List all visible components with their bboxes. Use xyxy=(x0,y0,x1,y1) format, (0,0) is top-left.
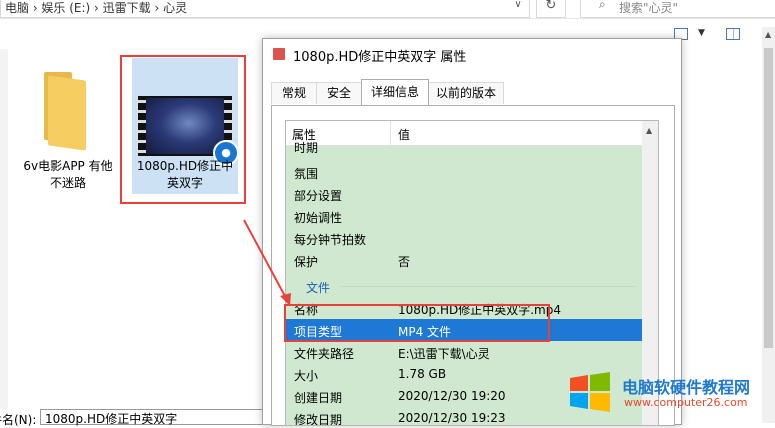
group-label-file: 文件 xyxy=(306,281,331,295)
tab-security[interactable]: 安全 xyxy=(316,82,362,104)
tab-previous-versions[interactable]: 以前的版本 xyxy=(428,82,504,104)
address-bar[interactable]: 电脑 › 娱乐 (E:) › 迅雷下载 › 心灵 xyxy=(0,0,530,18)
video-highlight-box xyxy=(120,55,246,204)
tab-general[interactable]: 常规 xyxy=(271,82,317,104)
tab-details[interactable]: 详细信息 xyxy=(361,79,429,105)
detail-group-header: 文件 xyxy=(286,275,642,297)
folder-front-shape xyxy=(48,75,86,151)
detail-key: 修改日期 xyxy=(294,413,343,426)
group-divider xyxy=(340,286,636,287)
filename-label: 文件名(N): xyxy=(0,413,37,427)
watermark: 电脑软硬件教程网 www.computer26.com xyxy=(568,372,775,416)
detail-value: 1.78 GB xyxy=(398,367,447,381)
detail-key: 大小 xyxy=(294,369,319,383)
detail-value: 否 xyxy=(398,255,411,269)
detail-key: 文件夹路径 xyxy=(294,347,355,361)
windows-logo-icon xyxy=(570,372,610,412)
preview-pane-icon[interactable] xyxy=(726,28,740,40)
address-dropdown-icon[interactable]: ∨ xyxy=(508,0,528,16)
details-scroll-up-icon[interactable]: ▲ xyxy=(646,126,652,135)
right-pane xyxy=(680,49,775,409)
navigation-pane-edge xyxy=(0,49,8,409)
item-type-highlight-box xyxy=(284,304,550,342)
search-icon: ⌕ xyxy=(599,0,606,11)
search-placeholder: 搜索"心灵" xyxy=(619,1,679,15)
filename-value: 1080p.HD修正中英双字 xyxy=(45,412,178,426)
detail-row[interactable]: 氛围 xyxy=(286,161,642,183)
detail-key: 氛围 xyxy=(294,167,319,181)
refresh-icon[interactable]: ↻ xyxy=(536,0,566,18)
search-input[interactable]: ⌕ 搜索"心灵" xyxy=(580,0,775,18)
mp4-file-icon xyxy=(273,48,285,60)
main-scrollbar-thumb[interactable] xyxy=(764,48,773,348)
detail-row[interactable]: 每分钟节拍数 xyxy=(286,227,642,249)
detail-key: 保护 xyxy=(294,255,319,269)
detail-key: 时期 xyxy=(294,141,319,155)
detail-key: 每分钟节拍数 xyxy=(294,233,367,247)
detail-value: 2020/12/30 19:20 xyxy=(398,389,506,403)
detail-key: 创建日期 xyxy=(294,391,343,405)
folder-icon[interactable] xyxy=(38,72,96,151)
view-dropdown-icon[interactable]: ▼ xyxy=(698,28,705,38)
scroll-up-icon[interactable]: ▲ xyxy=(765,30,771,39)
detail-row[interactable]: 文件夹路径 E:\迅雷下载\心灵 xyxy=(286,341,642,363)
detail-key: 初始调性 xyxy=(294,211,343,225)
detail-row[interactable]: 部分设置 xyxy=(286,183,642,205)
column-header-value[interactable]: 值 xyxy=(398,126,410,143)
dialog-titlebar[interactable]: 1080p.HD修正中英双字 属性 xyxy=(263,39,681,69)
watermark-url: www.computer26.com xyxy=(624,396,748,409)
address-text: 电脑 › 娱乐 (E:) › 迅雷下载 › 心灵 xyxy=(5,1,188,15)
dialog-title: 1080p.HD修正中英双字 属性 xyxy=(293,50,467,65)
properties-dialog: 1080p.HD修正中英双字 属性 常规 安全 详细信息 以前的版本 属性 值 … xyxy=(262,38,682,426)
watermark-title: 电脑软硬件教程网 xyxy=(622,378,751,397)
column-divider[interactable] xyxy=(390,121,391,145)
folder-label[interactable]: 6v电影APP 有他不迷路 xyxy=(20,158,116,192)
detail-value: E:\迅雷下载\心灵 xyxy=(398,347,490,361)
detail-row[interactable]: 保护 否 xyxy=(286,249,642,271)
detail-key: 部分设置 xyxy=(294,189,343,203)
detail-row[interactable]: 初始调性 xyxy=(286,205,642,227)
